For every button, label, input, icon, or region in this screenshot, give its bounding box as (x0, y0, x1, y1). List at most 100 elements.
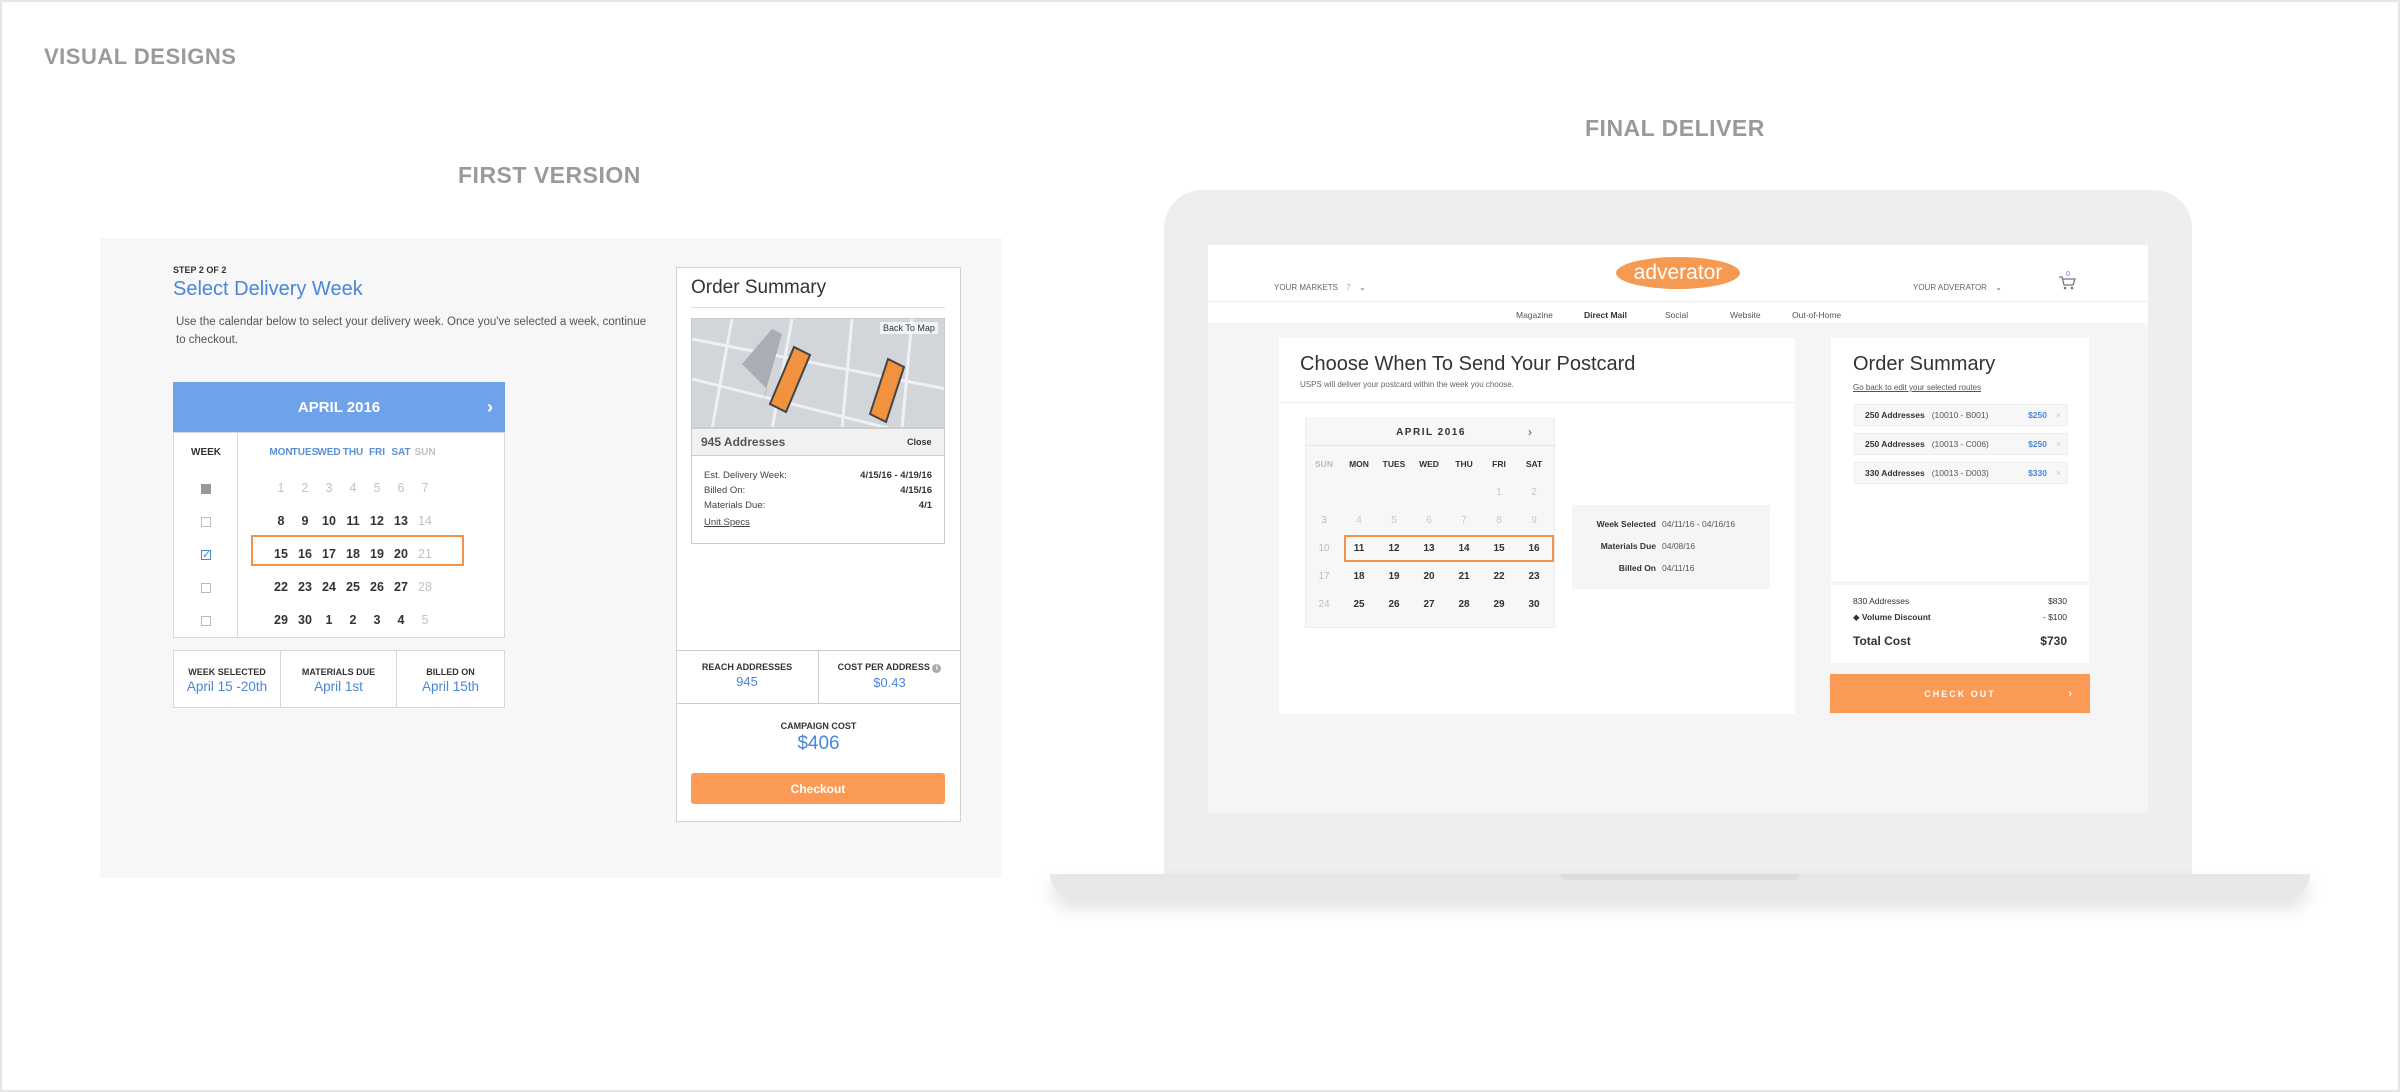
subtotal-value: $830 (2048, 596, 2067, 606)
divider (676, 703, 961, 704)
detail-value: 4/15/16 (900, 485, 932, 496)
chevron-right-icon[interactable]: › (1528, 425, 1532, 439)
route-item[interactable]: 250 Addresses (10013 - C006) $250 × (1854, 433, 2068, 455)
calendar-day: 28 (418, 580, 432, 594)
close-link[interactable]: Close (907, 437, 932, 447)
discount-value: - $100 (2042, 612, 2067, 622)
delivery-details: Est. Delivery Week: 4/15/16 - 4/19/16 Bil… (691, 456, 945, 544)
total-label: Total Cost (1853, 634, 1911, 648)
calendar-day: 2 (1531, 487, 1537, 498)
laptop-notch (1560, 874, 1800, 880)
chevron-down-icon: ⌄ (1995, 283, 2002, 292)
calendar-day: 14 (418, 514, 432, 528)
chevron-down-icon: ⌄ (1358, 283, 1366, 292)
final-calendar-month: APRIL 2016 (1396, 427, 1466, 438)
reach-addresses: REACH ADDRESSES 945 (676, 662, 818, 689)
detail-key: Est. Delivery Week: (704, 470, 787, 481)
unit-specs-link[interactable]: Unit Specs (704, 517, 932, 528)
day-header: WED (1419, 459, 1439, 469)
calendar-day[interactable]: 28 (1447, 595, 1481, 615)
calendar-day: 7 (421, 481, 429, 495)
route-price: $250 (2028, 410, 2047, 420)
divider (691, 307, 945, 308)
nav-social[interactable]: Social (1665, 310, 1688, 320)
stat-label: MATERIALS DUE (301, 667, 376, 677)
calendar-day: 4 (1356, 515, 1362, 526)
calendar-day: 1 (1496, 487, 1502, 498)
adverator-logo[interactable]: adverator (1616, 257, 1740, 289)
close-icon[interactable]: × (2056, 439, 2061, 449)
calendar-day[interactable]: 27 (1412, 595, 1446, 615)
calendar-day: 24 (1318, 599, 1330, 610)
step-label: STEP 2 OF 2 (173, 265, 227, 275)
week-checkbox-checked[interactable]: ✓ (201, 550, 211, 561)
nav-direct-mail[interactable]: Direct Mail (1584, 310, 1627, 320)
calendar-day[interactable]: 30 (1517, 595, 1551, 615)
calendar-day[interactable]: 22 (1482, 567, 1516, 587)
step-title: Select Delivery Week (173, 278, 363, 300)
info-row: Materials Due 04/08/16 (1572, 541, 1770, 551)
cart-count: 0 (2066, 271, 2070, 278)
calendar-day[interactable]: 19 (1377, 567, 1411, 587)
markets-count: 7 (1346, 283, 1351, 292)
day-header: TUES (1382, 459, 1406, 469)
calendar-day[interactable]: 23 (1517, 567, 1551, 587)
checkout-button[interactable]: Checkout (691, 773, 945, 804)
info-icon[interactable]: i (932, 664, 942, 673)
cpa-value: $0.43 (873, 675, 906, 690)
your-adverator-menu[interactable]: YOUR ADVERATOR ⌄ (1913, 283, 2002, 292)
week-checkbox[interactable] (201, 583, 211, 593)
calendar-day[interactable]: 18 (1342, 567, 1376, 587)
divider (1279, 402, 1795, 403)
detail-row: Materials Due: 4/1 (704, 500, 932, 511)
chevron-right-icon[interactable]: › (487, 397, 493, 418)
cart-icon[interactable]: 0 (2058, 271, 2076, 290)
back-to-map-link[interactable]: Back To Map (880, 322, 938, 334)
info-value: 04/11/16 - 04/16/16 (1662, 519, 1736, 529)
week-checkbox[interactable] (201, 484, 211, 494)
nav-website[interactable]: Website (1730, 310, 1761, 320)
total-value: $730 (2040, 634, 2067, 648)
route-label: 330 Addresses (1865, 468, 1925, 478)
calendar-day: 17 (1318, 571, 1330, 582)
map-icon (692, 319, 944, 427)
reach-label: REACH ADDRESSES (701, 662, 793, 672)
cpa-label: COST PER ADDRESS (837, 662, 930, 672)
final-checkout-button[interactable]: CHECK OUT › (1830, 674, 2090, 713)
reach-value: 945 (736, 674, 758, 689)
calendar-day: 5 (1391, 515, 1397, 526)
stat-value: April 1st (314, 679, 363, 694)
nav-magazine[interactable]: Magazine (1516, 310, 1553, 320)
route-item[interactable]: 330 Addresses (10013 - D003) $330 × (1854, 462, 2068, 484)
week-label: WEEK (191, 447, 221, 458)
instructions-line-1: Use the calendar below to select your de… (176, 316, 647, 328)
cost-per-address: COST PER ADDRESS i $0.43 (818, 662, 961, 690)
close-icon[interactable]: × (2056, 410, 2061, 420)
calendar-day: 6 (1426, 515, 1432, 526)
nav-out-of-home[interactable]: Out-of-Home (1792, 310, 1841, 320)
day-header: SUN (414, 447, 436, 458)
edit-routes-link[interactable]: Go back to edit your selected routes (1853, 383, 1981, 392)
calendar-day[interactable]: 25 (1342, 595, 1376, 615)
calendar-day[interactable]: 21 (1447, 567, 1481, 587)
close-icon[interactable]: × (2056, 468, 2061, 478)
final-order-title: Order Summary (1853, 353, 1996, 375)
final-deliver-heading: FINAL DELIVER (1585, 115, 1765, 141)
calendar-day[interactable]: 20 (1412, 567, 1446, 587)
week-checkbox[interactable] (201, 616, 211, 626)
your-markets-menu[interactable]: YOUR MARKETS 7 ⌄ (1274, 283, 1366, 292)
your-markets-label: YOUR MARKETS (1274, 283, 1339, 292)
route-item[interactable]: 250 Addresses (10010 - B001) $250 × (1854, 404, 2068, 426)
calendar-day: 3 (1321, 515, 1327, 526)
tag-icon: ◆ (1853, 612, 1860, 622)
calendar-day[interactable]: 29 (1482, 595, 1516, 615)
info-row: Week Selected 04/11/16 - 04/16/16 (1572, 519, 1770, 529)
detail-value: 4/1 (918, 500, 932, 511)
your-adverator-label: YOUR ADVERATOR (1913, 283, 1987, 292)
order-summary-title: Order Summary (691, 277, 827, 298)
route-price: $330 (2028, 468, 2047, 478)
week-checkbox[interactable] (201, 517, 211, 527)
detail-row: Billed On: 4/15/16 (704, 485, 932, 496)
calendar-day[interactable]: 26 (1377, 595, 1411, 615)
selected-week-highlight (251, 535, 464, 566)
